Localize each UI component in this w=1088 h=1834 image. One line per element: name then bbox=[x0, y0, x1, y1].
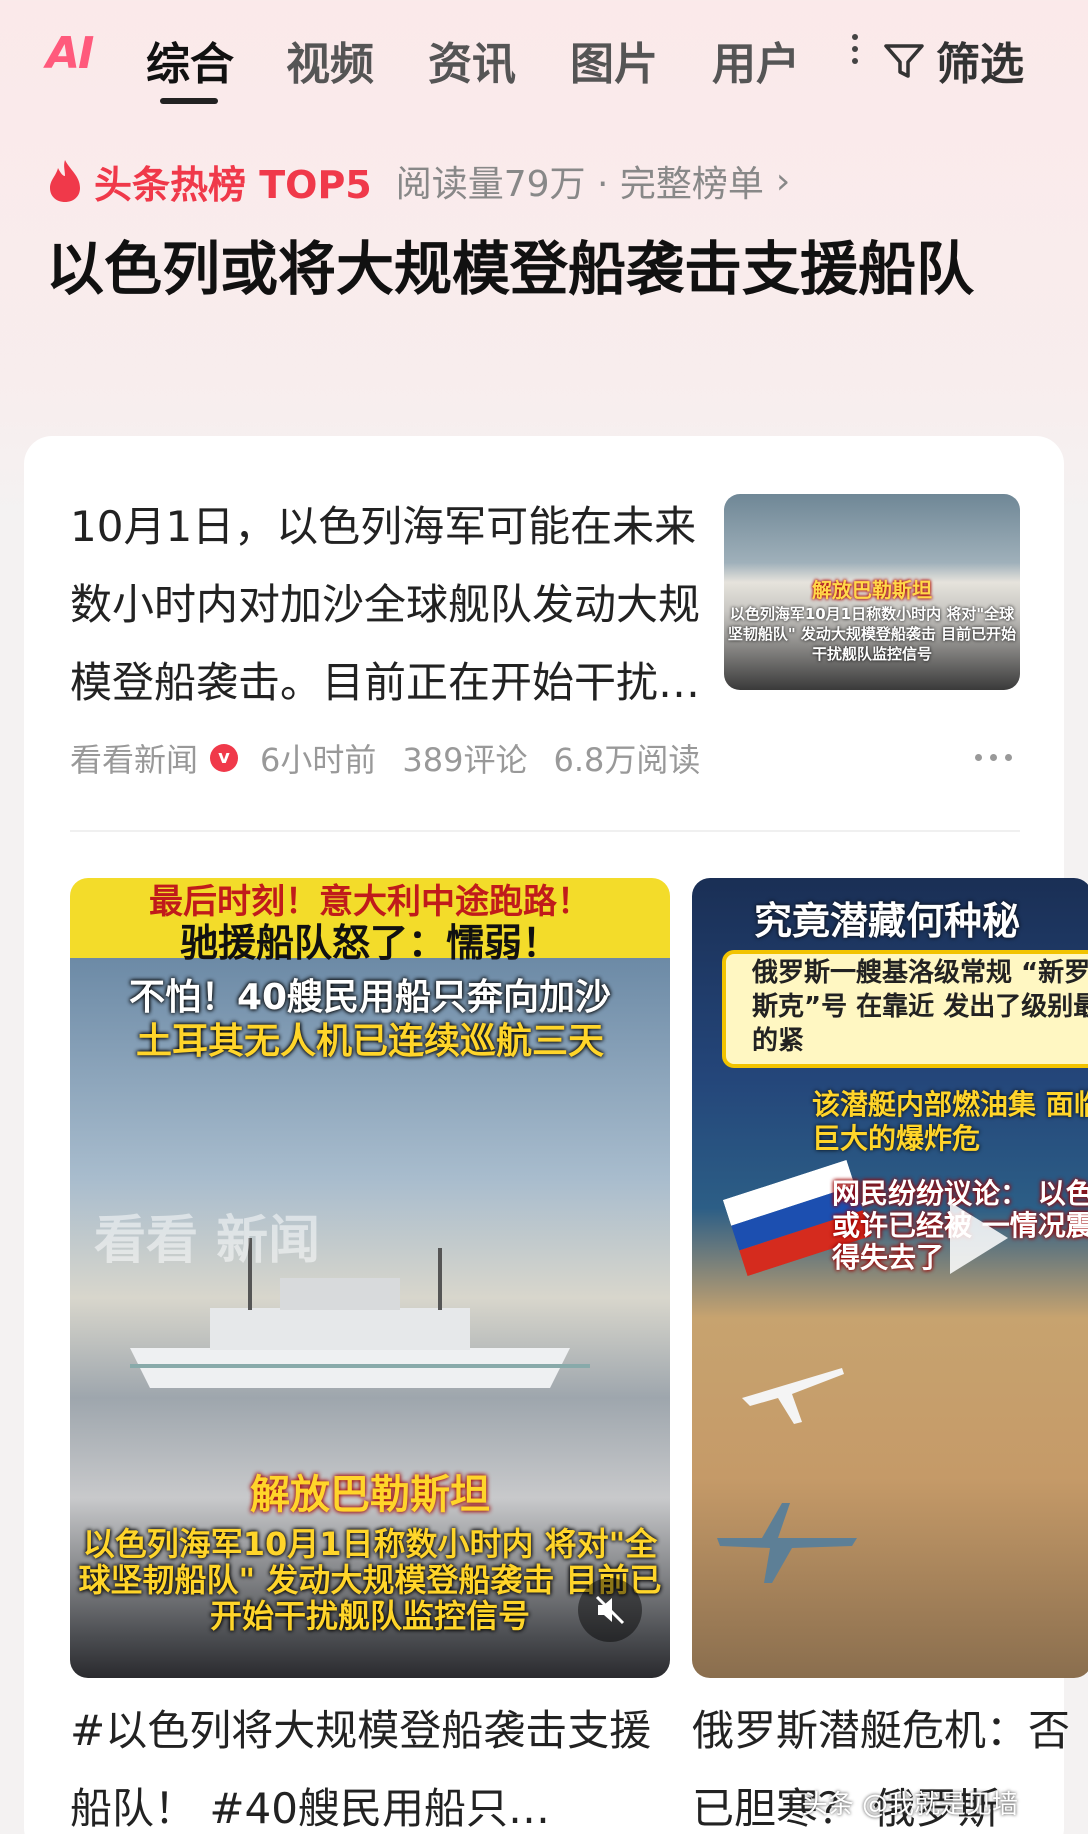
article-reads: 6.8万阅读 bbox=[553, 741, 701, 779]
filter-button[interactable]: 筛选 bbox=[882, 28, 1024, 92]
video1-watermark: 看看 新闻 bbox=[94, 1211, 321, 1271]
more-tabs-icon[interactable] bbox=[852, 34, 858, 74]
active-tab-indicator bbox=[160, 98, 218, 104]
tab-comprehensive[interactable]: 综合 bbox=[146, 28, 234, 92]
chevron-right-icon: › bbox=[775, 160, 791, 202]
tab-video[interactable]: 视频 bbox=[286, 28, 374, 92]
article-time: 6小时前 bbox=[260, 741, 377, 779]
aircraft-icon bbox=[742, 1368, 844, 1424]
ai-tab[interactable]: AI bbox=[46, 28, 94, 79]
video1-caption[interactable]: #以色列将大规模登船袭击支援船队！ #40艘民用船只… bbox=[70, 1692, 670, 1834]
speaker-muted-icon bbox=[595, 1595, 625, 1625]
play-icon[interactable] bbox=[942, 1198, 1012, 1278]
video-tile-1[interactable]: 最后时刻！意大利中途跑路！ 驰援船队怒了：懦弱！ 不怕！40艘民用船只奔向加沙 … bbox=[70, 878, 670, 1678]
video1-line2: 驰援船队怒了：懦弱！ bbox=[179, 921, 560, 965]
hot-topic-headline[interactable]: 以色列或将大规模登船袭击支援船队 bbox=[46, 228, 1006, 310]
tab-users[interactable]: 用户 bbox=[712, 28, 800, 92]
bomber-icon bbox=[717, 1503, 857, 1583]
hot-list-label: 头条热榜 TOP5 bbox=[94, 162, 372, 207]
article-source[interactable]: 看看新闻 bbox=[70, 735, 198, 781]
filter-icon bbox=[884, 44, 924, 78]
filter-label: 筛选 bbox=[936, 39, 1024, 90]
thumbnail-caption-body: 以色列海军10月1日称数小时内 将对"全球坚韧船队" 发动大规模登船袭击 目前已… bbox=[727, 605, 1017, 663]
search-tab-bar: AI 综合 视频 资讯 图片 用户 筛选 bbox=[0, 0, 1088, 110]
video2-line1: 究竟潜藏何种秘 bbox=[754, 899, 1021, 943]
tab-news[interactable]: 资讯 bbox=[428, 28, 516, 92]
video-tile-2[interactable]: 究竟潜藏何种秘 俄罗斯一艘基洛级常规 “新罗西斯克”号 在靠近 发出了级别最高的… bbox=[692, 878, 1088, 1678]
verified-icon: v bbox=[210, 744, 239, 772]
article-meta: 看看新闻 v 6小时前 389评论 6.8万阅读 bbox=[70, 736, 726, 780]
result-card: 10月1日，以色列海军可能在未来数小时内对加沙全球舰队发动大规模登船袭击。目前正… bbox=[24, 436, 1088, 1834]
tab-images[interactable]: 图片 bbox=[570, 28, 658, 92]
divider bbox=[70, 830, 1020, 832]
footer-watermark: 头条 @我就是见墙 bbox=[801, 1790, 1018, 1820]
video2-line2: 俄罗斯一艘基洛级常规 “新罗西斯克”号 在靠近 发出了级别最高的紧 bbox=[752, 958, 1088, 1056]
thumbnail-caption-title: 解放巴勒斯坦 bbox=[812, 578, 932, 602]
video1-title: 解放巴勒斯坦 bbox=[250, 1472, 490, 1518]
hot-list-row[interactable]: 头条热榜 TOP5 阅读量79万 · 完整榜单 › bbox=[46, 156, 791, 207]
more-options-icon[interactable] bbox=[975, 754, 1012, 761]
article-comments: 389评论 bbox=[402, 741, 528, 779]
article-summary[interactable]: 10月1日，以色列海军可能在未来数小时内对加沙全球舰队发动大规模登船袭击。目前正… bbox=[70, 488, 710, 722]
mute-button[interactable] bbox=[578, 1578, 642, 1642]
video2-line3: 该潜艇内部燃油集 面临着巨大的爆炸危 bbox=[812, 1088, 1088, 1155]
hot-list-meta: 阅读量79万 · 完整榜单 bbox=[395, 164, 764, 205]
video1-line4: 土耳其无人机已连续巡航三天 bbox=[135, 1021, 604, 1062]
flame-icon bbox=[50, 160, 80, 202]
article-thumbnail[interactable]: 解放巴勒斯坦 以色列海军10月1日称数小时内 将对"全球坚韧船队" 发动大规模登… bbox=[724, 494, 1020, 690]
